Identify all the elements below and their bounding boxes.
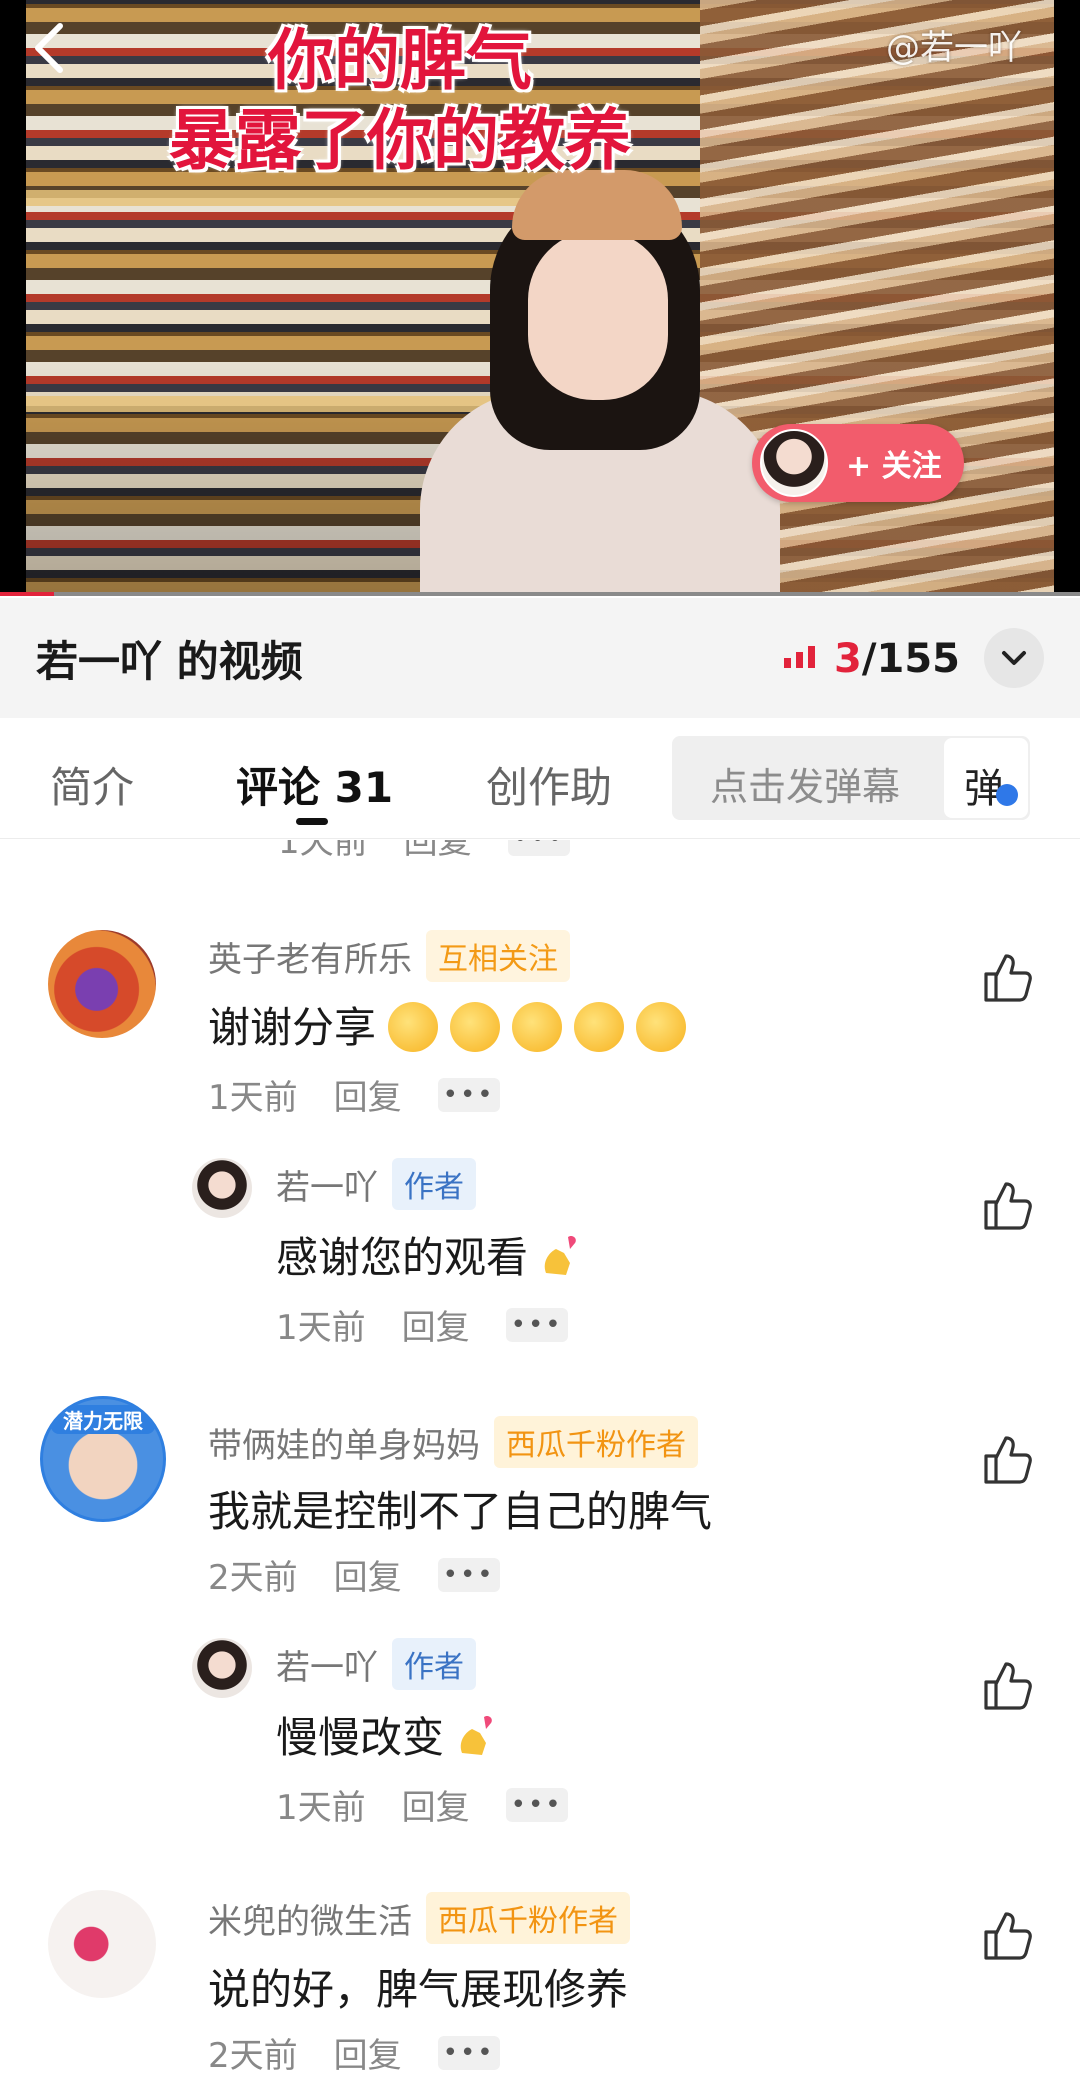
watermark: @若一吖: [886, 28, 1022, 68]
comment-author: 带俩娃的单身妈妈 西瓜千粉作者: [208, 1416, 698, 1468]
expand-collection-button[interactable]: [984, 628, 1044, 688]
author-name[interactable]: 英子老有所乐: [208, 932, 412, 981]
comment-author: 米兜的微生活 西瓜千粉作者: [208, 1892, 630, 1944]
more-button[interactable]: •••: [437, 2035, 500, 2070]
comment-body: 慢慢改变: [276, 1713, 445, 1762]
danmaku-toggle-button[interactable]: 弹: [944, 738, 1028, 818]
comment-meta: 1天前 回复 •••: [276, 1780, 568, 1829]
grin-emoji-icon: [574, 1001, 625, 1052]
comment-body: 感谢您的观看: [276, 1233, 529, 1282]
creator-badge: 西瓜千粉作者: [494, 1416, 698, 1468]
video-title-overlay: 你的脾气 暴露了你的教养: [0, 20, 800, 180]
creator-badge: 西瓜千粉作者: [426, 1892, 630, 1944]
tab-comments[interactable]: 评论 31: [236, 754, 393, 815]
comment-text: 我就是控制不了自己的脾气: [208, 1487, 713, 1536]
comment-author: 若一吖 作者: [276, 1638, 476, 1690]
reply-button[interactable]: 回复: [334, 2028, 402, 2077]
presenter-figure: [420, 170, 780, 596]
danmaku-placeholder: 点击发弹幕: [710, 765, 901, 809]
finger-heart-icon: [544, 1235, 576, 1275]
video-progress-bar[interactable]: [0, 592, 1080, 596]
video-title-line2: 暴露了你的教养: [169, 101, 631, 179]
collection-bar[interactable]: 若一吖 的视频 3 /155: [0, 598, 1080, 718]
reply-button[interactable]: 回复: [334, 1070, 402, 1119]
tab-bar: 简介 评论 31 创作助 点击发弹幕 弹: [0, 718, 1080, 839]
finger-heart-icon: [460, 1715, 492, 1755]
more-button[interactable]: •••: [437, 1557, 500, 1592]
episode-total: /155: [861, 636, 960, 682]
comment-time: 1天前: [276, 1788, 366, 1828]
comment-meta: 1天前 回复 •••: [276, 1300, 568, 1349]
reply-button[interactable]: 回复: [402, 1780, 470, 1829]
like-icon[interactable]: [980, 1178, 1034, 1232]
comment-meta: 2天前 回复 •••: [208, 1550, 500, 1599]
reply-button[interactable]: 回复: [334, 1550, 402, 1599]
reply-button[interactable]: 回复: [402, 1300, 470, 1349]
more-button[interactable]: •••: [437, 1077, 500, 1112]
more-button[interactable]: •••: [505, 1307, 568, 1342]
avatar[interactable]: [192, 1638, 252, 1698]
author-badge: 作者: [392, 1638, 476, 1690]
chevron-down-icon: [1002, 651, 1026, 665]
video-progress-fill: [0, 592, 54, 596]
like-icon[interactable]: [980, 1658, 1034, 1712]
comment-list: 1天前 回复 ••• 英子老有所乐 互相关注 谢谢分享 1天前 回复 ••• 若…: [0, 840, 1080, 2082]
grin-emoji-icon: [450, 1001, 501, 1052]
comment-meta: 1天前 回复 •••: [278, 840, 570, 863]
danmaku-button-label: 弹: [964, 766, 1004, 812]
tab-intro[interactable]: 简介: [50, 754, 134, 815]
comment-author: 若一吖 作者: [276, 1158, 476, 1210]
avatar[interactable]: 潜力无限: [40, 1396, 166, 1522]
comment-time: 1天前: [276, 1308, 366, 1348]
reply-button[interactable]: 回复: [404, 840, 472, 863]
back-icon[interactable]: [30, 20, 70, 76]
tab-active-indicator: [296, 818, 328, 825]
grin-emoji-icon: [636, 1001, 687, 1052]
comment-text: 谢谢分享: [208, 994, 687, 1056]
comment-text: 说的好，脾气展现修养: [208, 1965, 629, 2014]
comment-text: 慢慢改变: [276, 1704, 498, 1765]
avatar[interactable]: [48, 930, 156, 1038]
avatar[interactable]: [192, 1158, 252, 1218]
verified-icon: [996, 784, 1018, 806]
follow-label: + 关注: [846, 449, 942, 484]
comment-time: 2天前: [208, 1558, 298, 1598]
more-button[interactable]: •••: [505, 1787, 568, 1822]
author-name[interactable]: 米兜的微生活: [208, 1894, 412, 1943]
like-icon[interactable]: [980, 1908, 1034, 1962]
author-badge: 作者: [392, 1158, 476, 1210]
comment-meta: 2天前 回复 •••: [208, 2028, 500, 2077]
mutual-follow-badge: 互相关注: [426, 930, 570, 982]
comment-time: 1天前: [208, 1078, 298, 1118]
collection-title: 若一吖 的视频: [36, 636, 303, 686]
author-name[interactable]: 若一吖: [276, 1640, 378, 1689]
signal-bars-icon: [784, 646, 816, 668]
author-avatar: [760, 429, 828, 497]
like-icon[interactable]: [980, 1432, 1034, 1486]
comment-body: 谢谢分享: [208, 1003, 377, 1052]
avatar[interactable]: [48, 1890, 156, 1998]
author-name[interactable]: 若一吖: [276, 1160, 378, 1209]
avatar-tag: 潜力无限: [51, 1405, 155, 1434]
video-title-line1: 你的脾气: [268, 21, 532, 99]
episode-current: 3: [834, 636, 862, 682]
like-icon[interactable]: [980, 950, 1034, 1004]
grin-emoji-icon: [512, 1001, 563, 1052]
comment-text: 感谢您的观看: [276, 1224, 582, 1285]
follow-button[interactable]: + 关注: [752, 424, 964, 502]
author-name[interactable]: 带俩娃的单身妈妈: [208, 1418, 480, 1467]
comment-meta: 1天前 回复 •••: [208, 1070, 500, 1119]
comment-time: 2天前: [208, 2036, 298, 2076]
episode-counter: 3 /155: [784, 636, 960, 682]
grin-emoji-icon: [388, 1001, 439, 1052]
more-button[interactable]: •••: [507, 840, 570, 856]
comment-time: 1天前: [278, 840, 368, 862]
video-player[interactable]: 你的脾气 暴露了你的教养 @若一吖 + 关注: [0, 0, 1080, 596]
danmaku-input[interactable]: 点击发弹幕 弹: [672, 736, 1030, 820]
comment-author: 英子老有所乐 互相关注: [208, 930, 570, 982]
tab-creation[interactable]: 创作助: [486, 754, 612, 815]
